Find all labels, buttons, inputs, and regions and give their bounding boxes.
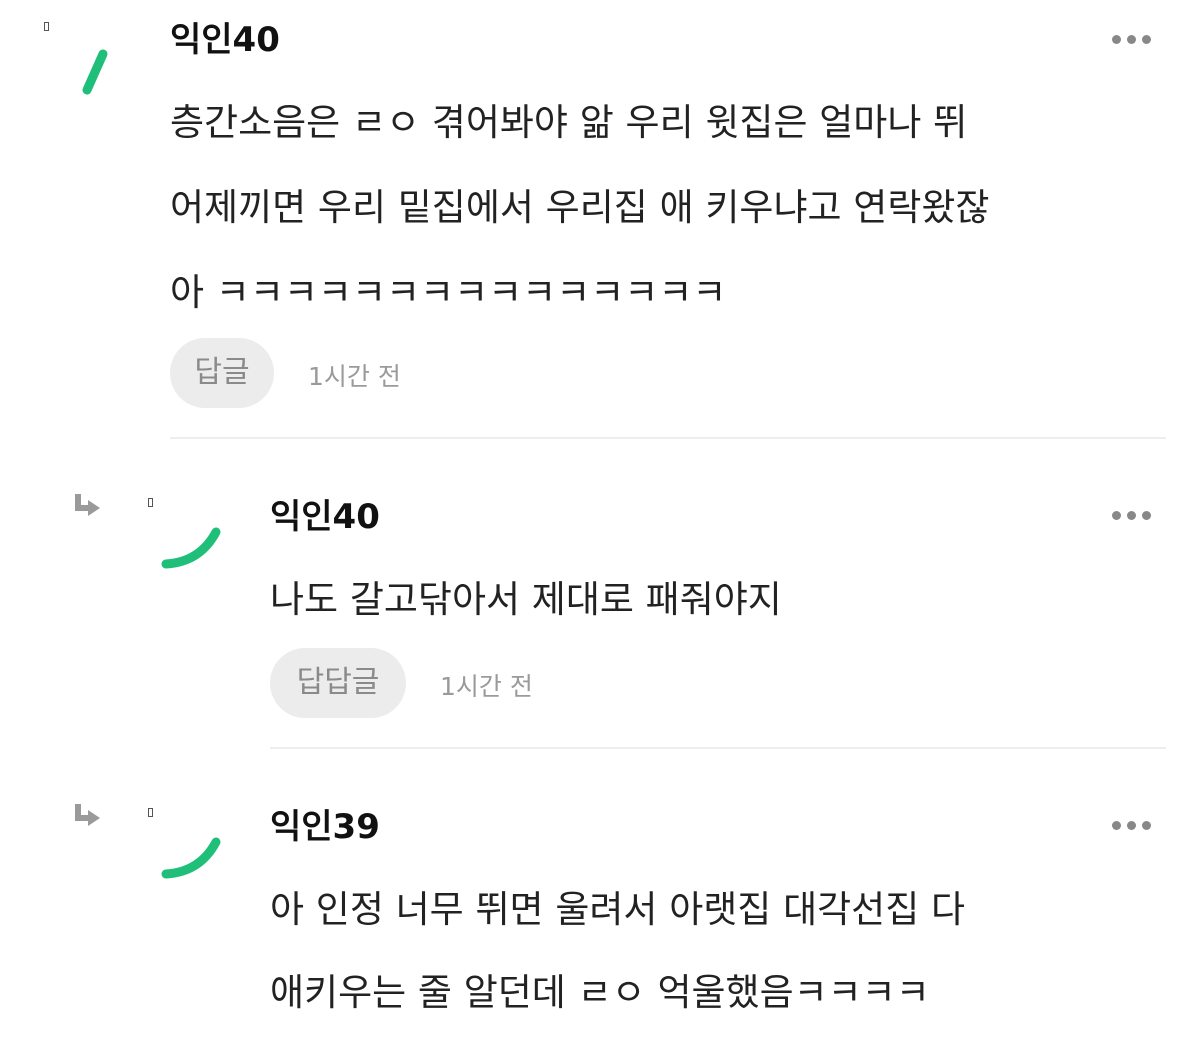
more-options-button[interactable] (1112, 509, 1151, 521)
avatar-icon (161, 527, 221, 569)
comment-timestamp: 1시간 전 (440, 672, 533, 701)
more-dots-icon (1112, 820, 1121, 830)
more-dots-icon (1127, 34, 1136, 44)
comment-text-line: 어제끼면 우리 밑집에서 우리집 애 키우냐고 연락왔잖 (170, 186, 990, 229)
comment-text-line: 나도 갈고닦아서 제대로 패줘야지 (270, 578, 782, 621)
comment-author[interactable]: 익인40 (170, 20, 280, 60)
reply-comment-item: 익인39 아 인정 너무 뛰면 울려서 아랫집 대각선집 다 애키우는 줄 알던… (0, 750, 1200, 1043)
more-dots-icon (1112, 510, 1121, 520)
more-dots-icon (1142, 34, 1151, 44)
tiny-square-icon (44, 22, 49, 31)
reply-button[interactable]: 답글 (170, 338, 274, 408)
tiny-square-icon (148, 808, 153, 817)
comment-text-line: 애키우는 줄 알던데 ㄹㅇ 억울했음ㅋㅋㅋㅋ (270, 971, 930, 1014)
comment-text-line: 아 ㅋㅋㅋㅋㅋㅋㅋㅋㅋㅋㅋㅋㅋㅋㅋ (170, 271, 727, 314)
more-dots-icon (1142, 510, 1151, 520)
comment-timestamp: 1시간 전 (308, 362, 401, 391)
divider (170, 437, 1166, 439)
comment-item: 익인40 층간소음은 ㄹㅇ 겪어봐야 앎 우리 윗집은 얼마나 뛰 어제끼면 우… (0, 0, 1200, 440)
reply-comment-item: 익인40 나도 갈고닦아서 제대로 패줘야지 답답글 1시간 전 (0, 440, 1200, 750)
more-options-button[interactable] (1112, 819, 1151, 831)
comment-text-line: 층간소음은 ㄹㅇ 겪어봐야 앎 우리 윗집은 얼마나 뛰 (170, 101, 968, 144)
reply-arrow-icon (75, 804, 100, 826)
more-dots-icon (1127, 510, 1136, 520)
divider (270, 747, 1166, 749)
comment-author[interactable]: 익인39 (270, 807, 380, 847)
more-dots-icon (1127, 820, 1136, 830)
comment-text-line: 아 인정 너무 뛰면 울려서 아랫집 대각선집 다 (270, 888, 966, 931)
more-options-button[interactable] (1112, 33, 1151, 45)
avatar-icon (82, 49, 108, 95)
more-dots-icon (1112, 34, 1121, 44)
avatar-icon (161, 837, 221, 879)
more-dots-icon (1142, 820, 1151, 830)
comment-author[interactable]: 익인40 (270, 497, 380, 537)
tiny-square-icon (148, 498, 153, 507)
reply-arrow-icon (75, 494, 100, 516)
reply-button[interactable]: 답답글 (270, 648, 406, 718)
